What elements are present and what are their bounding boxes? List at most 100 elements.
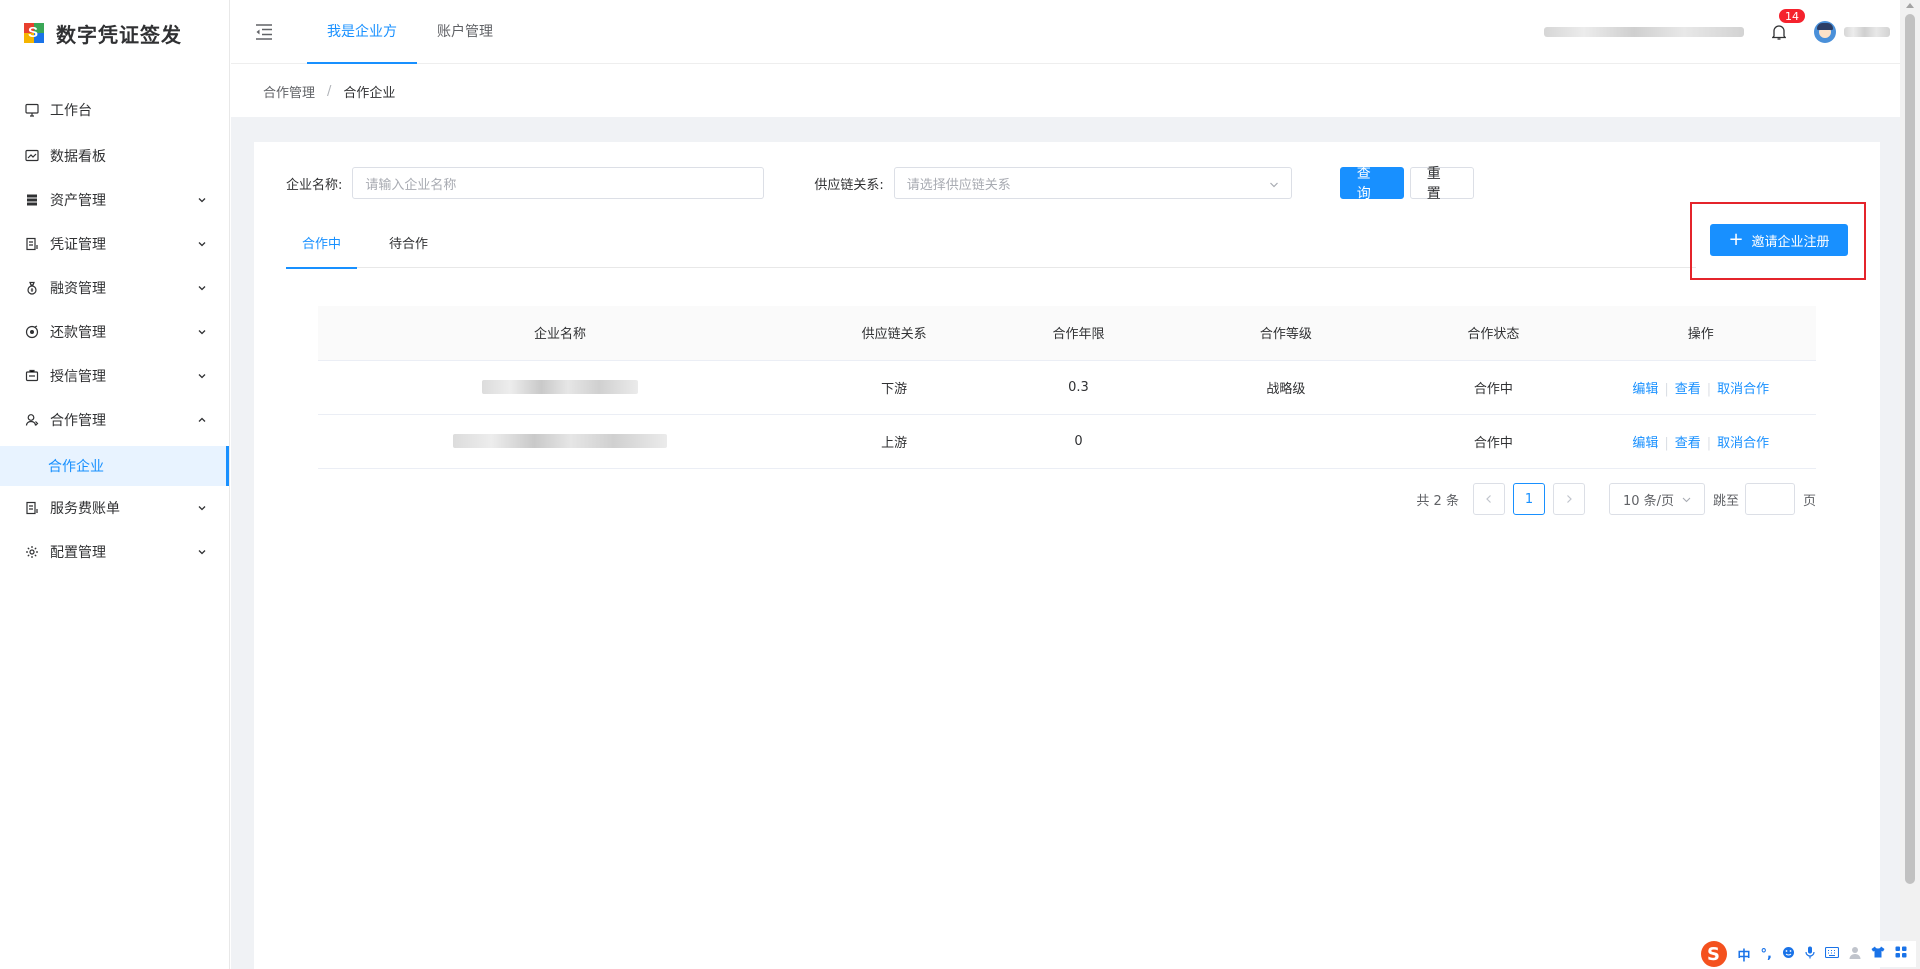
- company-name-placeholder: 请输入企业名称: [365, 177, 457, 193]
- scroll-up-arrow-icon[interactable]: [1906, 3, 1914, 8]
- blurred-username: [1844, 27, 1890, 37]
- microphone-icon[interactable]: [1805, 946, 1815, 963]
- reset-button[interactable]: 重置: [1409, 166, 1474, 202]
- query-button[interactable]: 查询: [1339, 166, 1404, 202]
- toolbox-grid-icon[interactable]: [1895, 946, 1907, 962]
- company-name-input[interactable]: 请输入企业名称: [352, 167, 765, 199]
- invite-button-label: 邀请企业注册: [1751, 234, 1830, 250]
- ime-language-toggle[interactable]: 中: [1738, 945, 1751, 964]
- status-tabs: 合作中 待合作: [286, 230, 1696, 269]
- enterprise-table: 企业名称 供应链关系 合作年限 合作等级 合作状态 操作 下游 0.3 战略级 …: [318, 306, 1816, 469]
- sidebar-item-label: 凭证管理: [50, 237, 106, 253]
- sidebar-item-service-bills[interactable]: 服务费账单: [0, 486, 229, 530]
- sidebar-item-dashboard[interactable]: 数据看板: [0, 134, 229, 178]
- tab-cooperating[interactable]: 合作中: [286, 230, 358, 269]
- column-header: 操作: [1585, 306, 1816, 361]
- sidebar-item-workbench[interactable]: 工作台: [0, 86, 229, 134]
- chart-board-icon: [24, 148, 40, 164]
- sidebar-item-cooperation[interactable]: 合作管理: [0, 398, 229, 442]
- view-link[interactable]: 查看: [1675, 382, 1701, 397]
- invite-highlight-box: + 邀请企业注册: [1690, 202, 1866, 280]
- column-header: 合作状态: [1401, 306, 1586, 361]
- skin-icon[interactable]: [1871, 946, 1885, 962]
- tab-pending[interactable]: 待合作: [373, 230, 444, 268]
- repay-icon: [24, 324, 40, 340]
- sidebar-item-vouchers[interactable]: 凭证管理: [0, 222, 229, 266]
- scroll-thumb[interactable]: [1905, 14, 1915, 884]
- sidebar-item-label: 融资管理: [50, 281, 106, 297]
- sidebar-item-label: 授信管理: [50, 369, 106, 385]
- sidebar-item-label: 数据看板: [50, 149, 106, 165]
- cancel-cooperation-link[interactable]: 取消合作: [1717, 436, 1769, 451]
- company-name-cell: [318, 414, 802, 469]
- emoji-icon[interactable]: [1782, 946, 1795, 963]
- chevron-down-icon: [197, 327, 207, 337]
- next-page-button[interactable]: [1552, 483, 1585, 515]
- notification-bell-icon[interactable]: 14: [1770, 8, 1806, 42]
- edit-link[interactable]: 编辑: [1632, 436, 1658, 451]
- column-header: 企业名称: [318, 306, 802, 361]
- table-header-row: 企业名称 供应链关系 合作年限 合作等级 合作状态 操作: [318, 306, 1816, 361]
- tab-account-management[interactable]: 账户管理: [417, 0, 513, 64]
- column-header: 合作等级: [1170, 306, 1402, 361]
- years-cell: 0: [986, 414, 1171, 469]
- sidebar-item-financing[interactable]: 融资管理: [0, 266, 229, 310]
- view-link[interactable]: 查看: [1675, 436, 1701, 451]
- breadcrumb-parent[interactable]: 合作管理: [263, 82, 315, 101]
- chevron-down-icon: [197, 195, 207, 205]
- pagination: 共 2 条 1 10 条/页 跳至 页: [1416, 483, 1816, 515]
- sidebar-item-label: 工作台: [50, 103, 92, 119]
- page-1-button[interactable]: 1: [1512, 483, 1545, 515]
- column-header: 合作年限: [986, 306, 1171, 361]
- supply-chain-placeholder: 请选择供应链关系: [906, 177, 1011, 193]
- breadcrumb-separator: /: [327, 83, 332, 99]
- sidebar-item-label: 资产管理: [50, 193, 106, 209]
- user-icon[interactable]: [1849, 946, 1861, 963]
- page-unit-label: 页: [1802, 493, 1816, 509]
- page-size-select[interactable]: 10 条/页: [1608, 483, 1705, 515]
- supply-chain-select[interactable]: 请选择供应链关系: [893, 167, 1292, 199]
- sidebar-item-repayment[interactable]: 还款管理: [0, 310, 229, 354]
- avatar[interactable]: [1814, 21, 1836, 43]
- blurred-company-name: [1544, 27, 1744, 37]
- monitor-icon: [24, 102, 40, 118]
- status-cell: 合作中: [1401, 414, 1586, 469]
- sidebar-item-config[interactable]: 配置管理: [0, 530, 229, 574]
- chevron-down-icon: [1682, 495, 1691, 504]
- tab-enterprise-side[interactable]: 我是企业方: [307, 0, 417, 64]
- prev-page-button[interactable]: [1472, 483, 1505, 515]
- years-cell: 0.3: [986, 360, 1171, 415]
- sidebar-item-label: 还款管理: [50, 325, 106, 341]
- credit-card-icon: [24, 368, 40, 384]
- ime-toolbar: S 中 °,: [1696, 941, 1916, 967]
- keyboard-icon[interactable]: [1824, 946, 1840, 962]
- chevron-down-icon: [197, 283, 207, 293]
- collapse-menu-icon[interactable]: [255, 23, 275, 41]
- notification-badge: 14: [1778, 8, 1806, 24]
- app-title: 数字凭证签发: [56, 22, 182, 47]
- sidebar-item-label: 服务费账单: [50, 501, 120, 517]
- gear-icon: [24, 544, 40, 560]
- chevron-down-icon: [197, 547, 207, 557]
- chain-cell: 下游: [801, 360, 987, 415]
- chain-cell: 上游: [801, 414, 987, 469]
- actions-cell: 编辑 | 查看 | 取消合作: [1585, 360, 1816, 415]
- breadcrumb: 合作管理 / 合作企业: [231, 65, 1900, 117]
- invite-enterprise-button[interactable]: + 邀请企业注册: [1710, 224, 1848, 256]
- ime-logo-icon[interactable]: S: [1700, 941, 1727, 967]
- edit-link[interactable]: 编辑: [1632, 382, 1658, 397]
- ime-punctuation-toggle[interactable]: °,: [1761, 947, 1772, 962]
- blurred-company-name: [481, 380, 638, 394]
- cancel-cooperation-link[interactable]: 取消合作: [1717, 382, 1769, 397]
- sidebar-item-assets[interactable]: 资产管理: [0, 178, 229, 222]
- chevron-left-icon: [1486, 495, 1491, 503]
- app-logo[interactable]: S 数字凭证签发: [0, 0, 229, 66]
- sidebar-menu: 工作台 数据看板 资产管理 凭证管理 融资管理 还款管理 授信管理 合作管理 合…: [0, 86, 229, 574]
- sidebar-item-cooperative-enterprises[interactable]: 合作企业: [0, 446, 229, 486]
- jump-page-input[interactable]: [1744, 483, 1795, 515]
- actions-cell: 编辑 | 查看 | 取消合作: [1585, 414, 1816, 469]
- sidebar-item-credit[interactable]: 授信管理: [0, 354, 229, 398]
- level-cell: 战略级: [1170, 360, 1402, 415]
- bill-icon: [24, 500, 40, 516]
- page-scrollbar[interactable]: [1900, 0, 1920, 969]
